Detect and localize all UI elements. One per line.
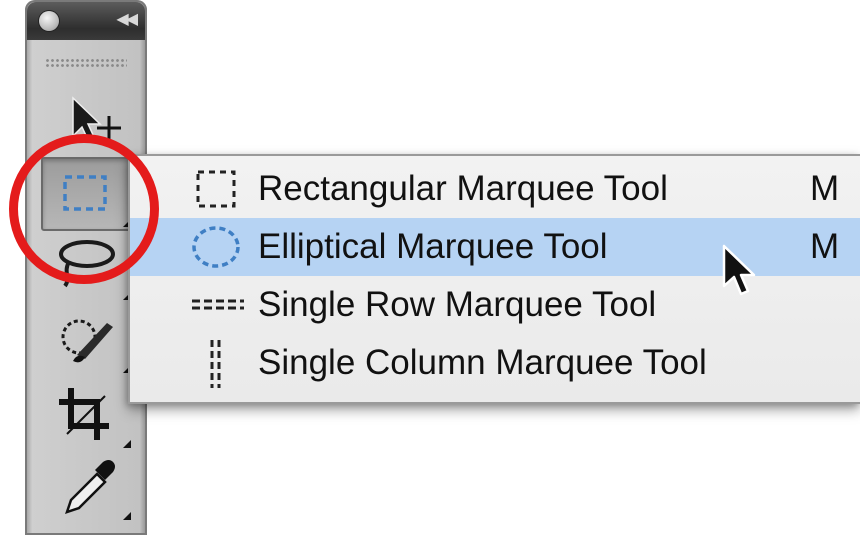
- flyout-indicator-icon: [123, 512, 131, 520]
- eyedropper-icon: [65, 460, 115, 514]
- menu-item-label: Rectangular Marquee Tool: [258, 169, 668, 208]
- single-row-marquee-icon: [190, 276, 246, 334]
- rectangular-marquee-icon: [190, 160, 246, 218]
- quick-selection-brush-icon: [61, 319, 113, 363]
- marquee-tool-button[interactable]: [41, 157, 131, 231]
- menu-item-rectangular-marquee[interactable]: Rectangular Marquee Tool M: [130, 160, 860, 218]
- shortcut-key: M: [810, 169, 840, 208]
- mouse-cursor-icon: [722, 244, 756, 296]
- elliptical-marquee-icon: [190, 218, 246, 276]
- menu-item-label: Elliptical Marquee Tool: [258, 227, 608, 266]
- single-column-marquee-icon: [190, 334, 246, 392]
- rectangular-marquee-icon: [63, 175, 107, 211]
- crop-tool-button[interactable]: [43, 380, 131, 450]
- eyedropper-tool-button[interactable]: [43, 452, 131, 522]
- quick-selection-tool-button[interactable]: [43, 305, 131, 375]
- crop-icon: [59, 388, 109, 440]
- panel-titlebar: ◀◀: [27, 2, 145, 40]
- lasso-tool-button[interactable]: [43, 232, 131, 302]
- flyout-indicator-icon: [123, 440, 131, 448]
- collapse-panel-icon[interactable]: ◀◀: [116, 9, 138, 28]
- close-icon[interactable]: [39, 11, 59, 31]
- move-tool-button[interactable]: [43, 86, 129, 156]
- lasso-icon: [59, 240, 115, 288]
- panel-grip[interactable]: [45, 58, 127, 68]
- menu-item-single-column-marquee[interactable]: Single Column Marquee Tool: [130, 334, 860, 392]
- menu-item-label: Single Column Marquee Tool: [258, 343, 707, 382]
- move-arrow-icon: [72, 96, 121, 144]
- shortcut-key: M: [810, 227, 840, 266]
- menu-item-label: Single Row Marquee Tool: [258, 285, 657, 324]
